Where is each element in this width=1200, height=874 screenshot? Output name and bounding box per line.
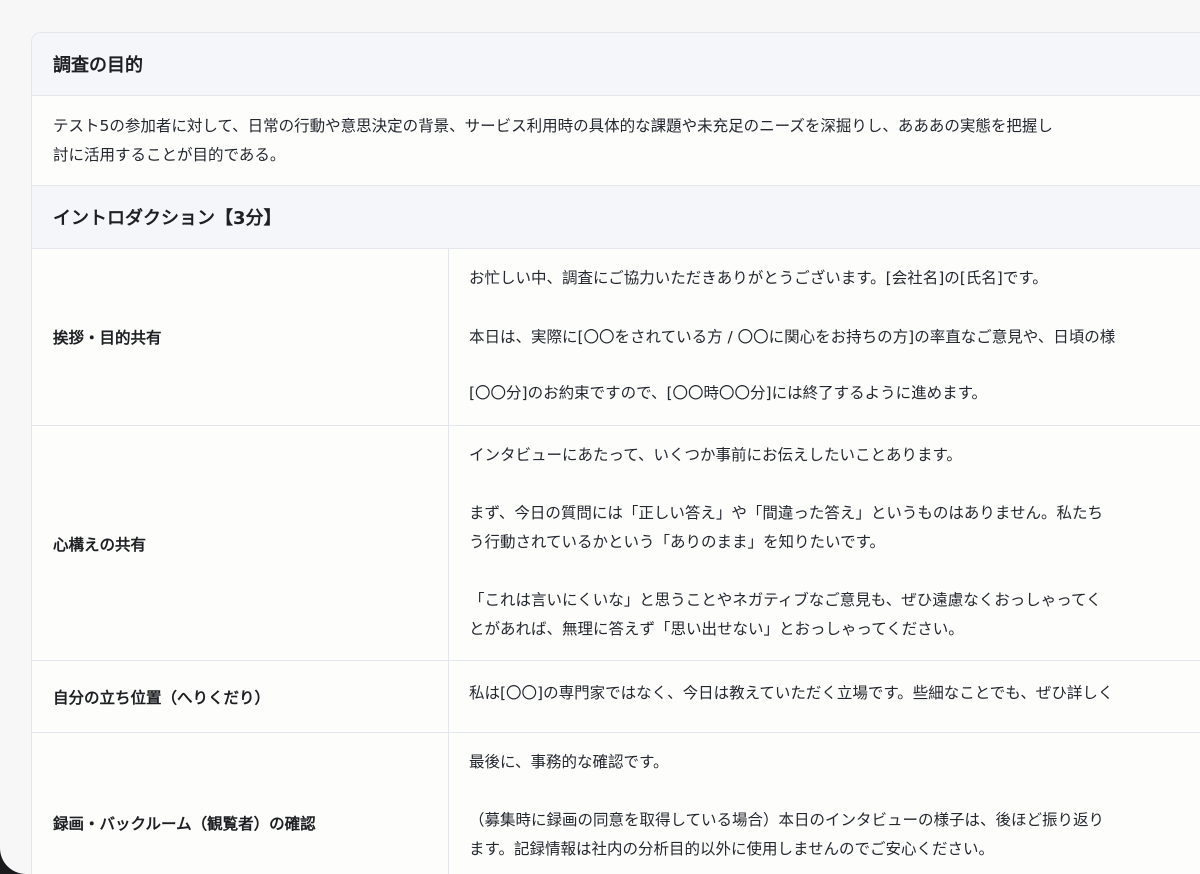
section-header-intro: イントロダクション【3分】 bbox=[32, 185, 1200, 249]
section-header-purpose: 調査の目的 bbox=[32, 33, 1200, 96]
greeting-line-1: お忙しい中、調査にご協力いただきありがとうございます。[会社名]の[氏名]です。 bbox=[469, 269, 1048, 287]
mindset-line-4: 「これは言いにくいな」と思うことやネガティブなご意見も、ぜひ遠慮なくおっしゃって… bbox=[469, 591, 1102, 609]
mindset-line-1: インタビューにあたって、いくつか事前にお伝えしたいことあります。 bbox=[469, 446, 962, 464]
mindset-line-3: う行動されているかという「ありのまま」を知りたいです。 bbox=[469, 533, 886, 551]
page-background: 調査の目的 テスト5の参加者に対して、日常の行動や意思決定の背景、サービス利用時… bbox=[0, 0, 1200, 874]
row-label-greeting: 挨拶・目的共有 bbox=[53, 329, 162, 347]
position-line-1: 私は[〇〇]の専門家ではなく、今日は教えていただく立場です。些細なことでも、ぜひ… bbox=[469, 684, 1114, 702]
mindset-line-2: まず、今日の質問には「正しい答え」や「間違った答え」というものはありません。私た… bbox=[469, 504, 1103, 522]
greeting-line-2: 本日は、実際に[〇〇をされている方 / 〇〇に関心をお持ちの方]の率直なご意見や… bbox=[469, 328, 1116, 346]
recording-line-3: ます。記録情報は社内の分析目的以外に使用しませんのでご安心ください。 bbox=[469, 840, 994, 858]
row-label-position: 自分の立ち位置（へりくだり） bbox=[53, 689, 271, 707]
purpose-text-line-1: テスト5の参加者に対して、日常の行動や意思決定の背景、サービス利用時の具体的な課… bbox=[53, 117, 1053, 135]
purpose-heading: 調査の目的 bbox=[53, 55, 143, 76]
recording-line-1: 最後に、事務的な確認です。 bbox=[469, 753, 669, 771]
recording-line-2: （募集時に録画の同意を取得している場合）本日のインタビューの様子は、後ほど振り返… bbox=[469, 811, 1105, 829]
mindset-line-5: とがあれば、無理に答えず「思い出せない」とおっしゃってください。 bbox=[469, 620, 964, 638]
interview-guide-card: 調査の目的 テスト5の参加者に対して、日常の行動や意思決定の背景、サービス利用時… bbox=[31, 32, 1200, 874]
intro-heading: イントロダクション【3分】 bbox=[53, 208, 282, 229]
row-label-recording: 録画・バックルーム（観覧者）の確認 bbox=[53, 815, 316, 833]
row-label-mindset: 心構えの共有 bbox=[53, 535, 147, 554]
greeting-line-3: [〇〇分]のお約束ですので、[〇〇時〇〇分]には終了するように進めます。 bbox=[469, 384, 988, 402]
purpose-text-line-2: 討に活用することが目的である。 bbox=[53, 146, 286, 164]
